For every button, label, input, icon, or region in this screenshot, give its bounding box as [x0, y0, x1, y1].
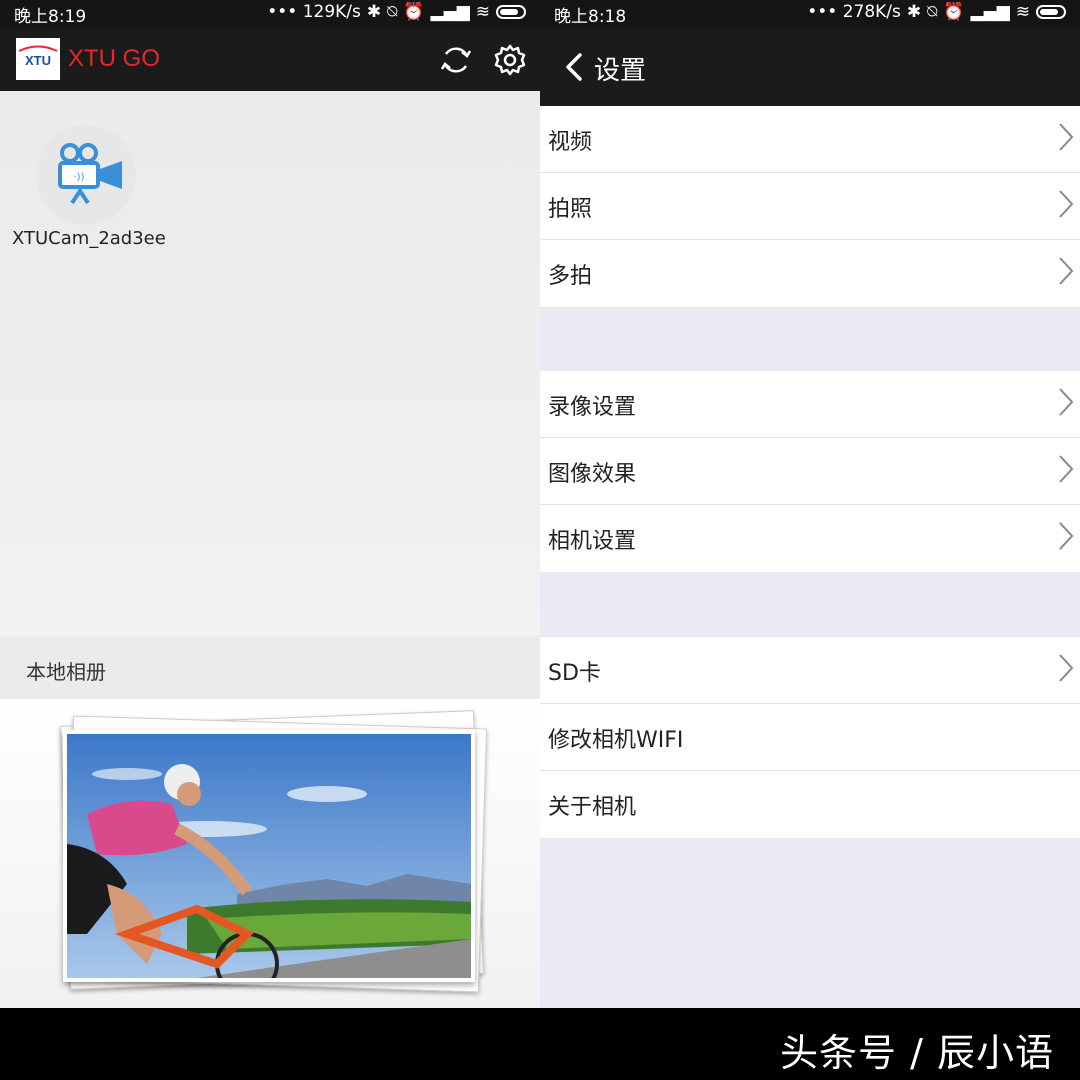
app-bar: XTU XTU GO — [0, 28, 540, 91]
watermark: 头条号 / 辰小语 — [780, 1031, 1054, 1075]
settings-group-1: 视频 拍照 多拍 — [540, 106, 1080, 307]
settings-item-wifi[interactable]: 修改相机WIFI — [540, 704, 1080, 771]
app-title: XTU GO — [68, 45, 161, 72]
settings-item-label: 修改相机WIFI — [548, 728, 684, 753]
alarm-icon: ⏰ — [403, 2, 425, 22]
camera-icon: ·)) — [58, 143, 122, 205]
nav-bar: 设置 — [540, 28, 1080, 106]
status-bar: 晚上8:18 ••• 278K/s ✱ ⍉ ⏰ ▂▄▆ ≋ — [540, 0, 1080, 28]
mute-icon: ⍉ — [387, 2, 398, 22]
settings-item-sd-card[interactable]: SD卡 — [540, 637, 1080, 704]
settings-item-label: 关于相机 — [548, 795, 637, 820]
gear-icon[interactable] — [492, 42, 528, 78]
settings-item-recording[interactable]: 录像设置 — [540, 371, 1080, 438]
signal-icon: ▂▄▆ — [430, 2, 470, 22]
chevron-right-icon — [1058, 653, 1074, 687]
settings-item-video[interactable]: 视频 — [540, 106, 1080, 173]
chevron-right-icon — [1058, 122, 1074, 156]
settings-item-label: 多拍 — [548, 264, 593, 289]
page-title: 设置 — [594, 56, 647, 86]
chevron-right-icon — [1058, 454, 1074, 488]
settings-item-label: 图像效果 — [548, 462, 637, 487]
settings-item-label: 拍照 — [548, 197, 593, 222]
bluetooth-icon: ✱ — [366, 2, 382, 22]
settings-item-camera[interactable]: 相机设置 — [540, 505, 1080, 572]
chevron-right-icon — [1058, 387, 1074, 421]
refresh-icon[interactable] — [438, 42, 474, 78]
album-photo-stack[interactable] — [55, 710, 495, 1000]
settings-item-photo[interactable]: 拍照 — [540, 173, 1080, 240]
settings-group-3: SD卡 修改相机WIFI 关于相机 — [540, 637, 1080, 838]
wifi-icon: ≋ — [475, 2, 490, 22]
status-time: 晚上8:19 — [14, 7, 87, 27]
album-title: 本地相册 — [26, 660, 106, 684]
battery-icon — [1036, 5, 1066, 19]
xtu-logo: XTU — [16, 38, 60, 80]
settings-item-about[interactable]: 关于相机 — [540, 771, 1080, 838]
left-screen: 晚上8:19 ••• 129K/s ✱ ⍉ ⏰ ▂▄▆ ≋ XTU XTU GO — [0, 0, 540, 1008]
right-screen: 晚上8:18 ••• 278K/s ✱ ⍉ ⏰ ▂▄▆ ≋ 设置 视频 拍照 多… — [540, 0, 1080, 1008]
album-header: 本地相册 — [0, 636, 540, 699]
signal-icon: ▂▄▆ — [970, 2, 1010, 22]
bluetooth-icon: ✱ — [906, 2, 922, 22]
device-name[interactable]: XTUCam_2ad3ee — [12, 228, 166, 249]
mute-icon: ⍉ — [927, 2, 938, 22]
chevron-right-icon — [1058, 521, 1074, 555]
network-speed: ••• 278K/s — [807, 2, 901, 22]
chevron-right-icon — [1058, 256, 1074, 290]
chevron-right-icon — [1058, 189, 1074, 223]
device-camera-tile[interactable]: ·)) — [36, 125, 136, 225]
svg-text:·)): ·)) — [74, 172, 85, 183]
settings-item-label: 录像设置 — [548, 395, 637, 420]
settings-item-label: SD卡 — [548, 661, 601, 686]
settings-item-image-effect[interactable]: 图像效果 — [540, 438, 1080, 505]
svg-text:XTU: XTU — [25, 53, 51, 68]
back-icon[interactable] — [564, 52, 584, 86]
album-photo[interactable] — [63, 730, 475, 996]
wifi-icon: ≋ — [1015, 2, 1030, 22]
battery-icon — [496, 5, 526, 19]
settings-group-2: 录像设置 图像效果 相机设置 — [540, 371, 1080, 572]
alarm-icon: ⏰ — [943, 2, 965, 22]
network-speed: ••• 129K/s — [267, 2, 361, 22]
settings-item-label: 视频 — [548, 130, 593, 155]
settings-item-label: 相机设置 — [548, 529, 637, 554]
status-time: 晚上8:18 — [554, 7, 627, 27]
settings-item-burst[interactable]: 多拍 — [540, 240, 1080, 307]
status-bar: 晚上8:19 ••• 129K/s ✱ ⍉ ⏰ ▂▄▆ ≋ — [0, 0, 540, 28]
